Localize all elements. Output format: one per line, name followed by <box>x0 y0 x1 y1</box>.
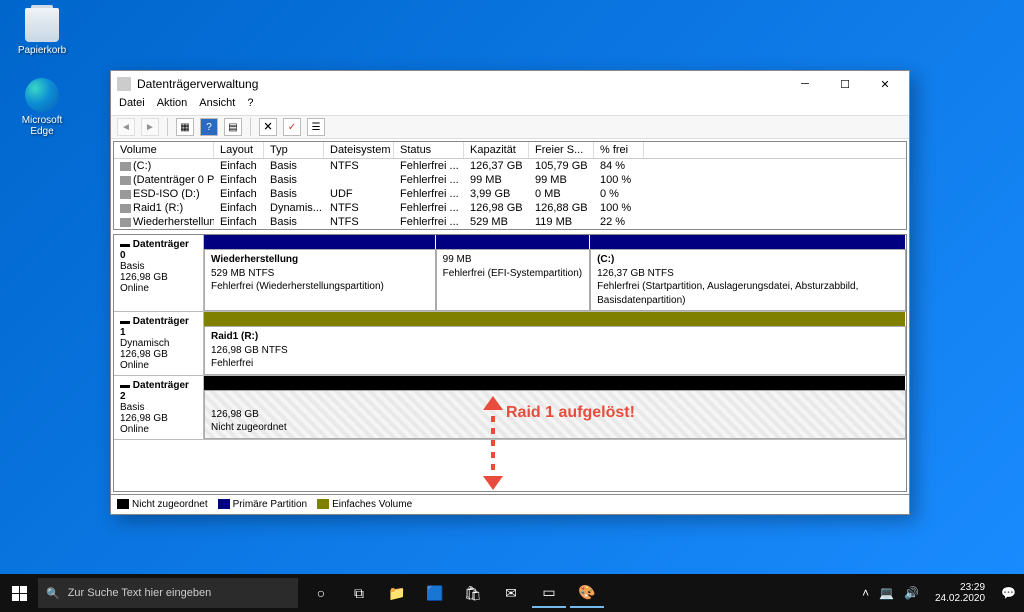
maximize-button[interactable]: ☐ <box>825 71 865 97</box>
menubar: Datei Aktion Ansicht ? <box>111 97 909 115</box>
volume-row[interactable]: ESD-ISO (D:)EinfachBasisUDFFehlerfrei ..… <box>114 187 906 201</box>
toolbar-view-icon[interactable]: ▦ <box>176 118 194 136</box>
disk-label: ▬ Datenträger 0 Basis 126,98 GB Online <box>114 235 204 311</box>
task-view-icon[interactable]: ⧉ <box>342 578 376 608</box>
toolbar-help-icon[interactable]: ? <box>200 118 218 136</box>
volume-list-header: Volume Layout Typ Dateisystem Status Kap… <box>114 142 906 159</box>
col-capacity[interactable]: Kapazität <box>464 142 529 158</box>
disk-management-window: Datenträgerverwaltung ─ ☐ ✕ Datei Aktion… <box>110 70 910 515</box>
legend-swatch-primary <box>218 499 230 509</box>
notifications-icon[interactable]: 💬 <box>1001 586 1016 600</box>
partition-bar <box>204 235 436 249</box>
taskbar-search[interactable]: 🔍 Zur Suche Text hier eingeben <box>38 578 298 608</box>
partition-bar <box>204 376 906 390</box>
titlebar[interactable]: Datenträgerverwaltung ─ ☐ ✕ <box>111 71 909 97</box>
toolbar: ◄ ► ▦ ? ▤ 🗙 ✓ ☰ <box>111 115 909 139</box>
menu-help[interactable]: ? <box>247 97 253 115</box>
taskbar-paint-icon[interactable]: 🎨 <box>570 578 604 608</box>
search-icon: 🔍 <box>46 587 60 600</box>
volume-row[interactable]: Raid1 (R:)EinfachDynamis...NTFSFehlerfre… <box>114 201 906 215</box>
desktop-recycle-bin[interactable]: Papierkorb <box>12 8 72 56</box>
desktop-icon-label: Microsoft Edge <box>22 115 63 137</box>
back-button: ◄ <box>117 118 135 136</box>
legend: Nicht zugeordnet Primäre Partition Einfa… <box>111 494 909 514</box>
col-volume[interactable]: Volume <box>114 142 214 158</box>
col-status[interactable]: Status <box>394 142 464 158</box>
annotation-arrow-line <box>491 404 495 484</box>
window-title: Datenträgerverwaltung <box>137 77 258 91</box>
disk-icon: ▬ <box>120 239 133 250</box>
partition-c[interactable]: (C:) 126,37 GB NTFS Fehlerfrei (Startpar… <box>590 249 906 311</box>
recycle-bin-icon <box>25 8 59 42</box>
volume-list[interactable]: Volume Layout Typ Dateisystem Status Kap… <box>113 141 907 230</box>
close-button[interactable]: ✕ <box>865 71 905 97</box>
volume-row[interactable]: WiederherstellungEinfachBasisNTFSFehlerf… <box>114 215 906 229</box>
app-icon <box>117 77 131 91</box>
disk-icon: ▬ <box>120 316 133 327</box>
annotation-text: Raid 1 aufgelöst! <box>506 404 635 422</box>
forward-button: ► <box>141 118 159 136</box>
windows-logo-icon <box>12 586 27 601</box>
toolbar-list-icon[interactable]: ☰ <box>307 118 325 136</box>
partition-recovery[interactable]: Wiederherstellung 529 MB NTFS Fehlerfrei… <box>204 249 436 311</box>
volume-row[interactable]: (C:)EinfachBasisNTFSFehlerfrei ...126,37… <box>114 159 906 173</box>
partition-bar <box>204 312 906 326</box>
legend-swatch-simple <box>317 499 329 509</box>
taskbar-diskmgmt-icon[interactable]: ▭ <box>532 578 566 608</box>
search-placeholder: Zur Suche Text hier eingeben <box>68 587 212 599</box>
tray-volume-icon[interactable]: 🔊 <box>904 586 919 600</box>
edge-icon <box>25 78 59 112</box>
desktop-icon-label: Papierkorb <box>18 45 66 56</box>
tray-chevron-icon[interactable]: ˄ <box>862 586 869 600</box>
taskbar-store-icon[interactable]: 🛍 <box>456 578 490 608</box>
taskbar-explorer-icon[interactable]: 📁 <box>380 578 414 608</box>
disk-row-1[interactable]: ▬ Datenträger 1 Dynamisch 126,98 GB Onli… <box>114 312 906 376</box>
disk-label: ▬ Datenträger 1 Dynamisch 126,98 GB Onli… <box>114 312 204 375</box>
disk-row-0[interactable]: ▬ Datenträger 0 Basis 126,98 GB Online W… <box>114 235 906 312</box>
cortana-icon[interactable]: ○ <box>304 578 338 608</box>
volume-row[interactable]: (Datenträger 0 Par...EinfachBasisFehlerf… <box>114 173 906 187</box>
toolbar-action-icon[interactable]: 🗙 <box>259 118 277 136</box>
col-layout[interactable]: Layout <box>214 142 264 158</box>
taskbar: 🔍 Zur Suche Text hier eingeben ○ ⧉ 📁 🟦 🛍… <box>0 574 1024 612</box>
start-button[interactable] <box>0 574 38 612</box>
taskbar-apps-icon[interactable]: 🟦 <box>418 578 452 608</box>
tray-network-icon[interactable]: 💻 <box>879 586 894 600</box>
menu-aktion[interactable]: Aktion <box>157 97 188 115</box>
partition-bar <box>436 235 590 249</box>
menu-ansicht[interactable]: Ansicht <box>199 97 235 115</box>
menu-datei[interactable]: Datei <box>119 97 145 115</box>
col-type[interactable]: Typ <box>264 142 324 158</box>
partition-raid1[interactable]: Raid1 (R:) 126,98 GB NTFS Fehlerfrei <box>204 326 906 375</box>
system-tray[interactable]: ˄ 💻 🔊 23:29 24.02.2020 💬 <box>854 582 1024 605</box>
disk-label: ▬ Datenträger 2 Basis 126,98 GB Online <box>114 376 204 439</box>
partition-bar <box>590 235 906 249</box>
col-percent[interactable]: % frei <box>594 142 644 158</box>
minimize-button[interactable]: ─ <box>785 71 825 97</box>
annotation-arrow-icon <box>483 476 503 490</box>
partition-efi[interactable]: 99 MB Fehlerfrei (EFI-Systempartition) <box>436 249 590 311</box>
col-free[interactable]: Freier S... <box>529 142 594 158</box>
taskbar-clock[interactable]: 23:29 24.02.2020 <box>929 582 991 605</box>
disk-graphical-pane[interactable]: ▬ Datenträger 0 Basis 126,98 GB Online W… <box>113 234 907 492</box>
col-filesystem[interactable]: Dateisystem <box>324 142 394 158</box>
desktop-edge[interactable]: Microsoft Edge <box>12 78 72 137</box>
toolbar-refresh-icon[interactable]: ✓ <box>283 118 301 136</box>
disk-icon: ▬ <box>120 380 133 391</box>
toolbar-sheet-icon[interactable]: ▤ <box>224 118 242 136</box>
legend-swatch-unallocated <box>117 499 129 509</box>
taskbar-mail-icon[interactable]: ✉ <box>494 578 528 608</box>
